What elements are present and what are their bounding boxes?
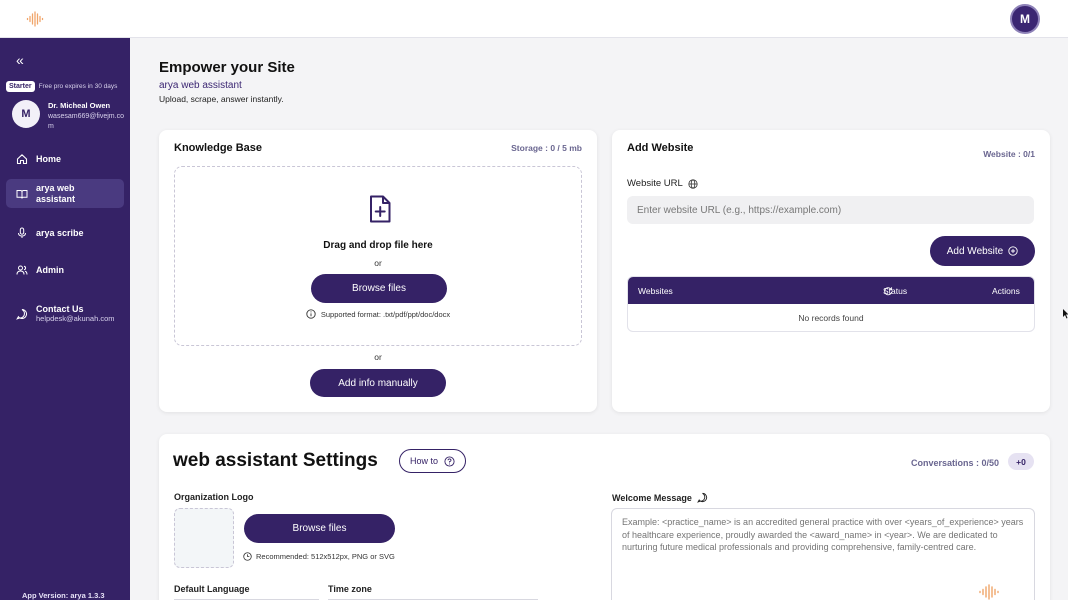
page-tagline: Upload, scrape, answer instantly. xyxy=(159,94,284,104)
settings-card: web assistant Settings How to Conversati… xyxy=(159,434,1050,600)
home-icon xyxy=(16,153,28,165)
how-to-button[interactable]: How to xyxy=(399,449,466,473)
chat-bubble-icon xyxy=(696,492,707,503)
plan-expiry-text: Free pro expires in 30 days xyxy=(38,83,118,90)
or-divider: or xyxy=(374,258,382,268)
collapse-sidebar-icon[interactable]: « xyxy=(16,52,24,68)
settings-title: web assistant Settings xyxy=(173,450,378,471)
welcome-message-textarea[interactable] xyxy=(611,508,1035,600)
clock-icon xyxy=(243,552,252,561)
page-title: Empower your Site xyxy=(159,59,295,76)
add-website-button-label: Add Website xyxy=(946,245,1004,257)
website-url-input[interactable] xyxy=(627,196,1034,224)
website-url-label-text: Website URL xyxy=(627,178,683,189)
empty-table-message: No records found xyxy=(798,313,864,323)
sidebar-item-home[interactable]: Home xyxy=(6,149,124,169)
conversations-count: Conversations : 0/50 xyxy=(911,458,1000,468)
websites-table: Websites Status Actions No records found xyxy=(627,276,1035,332)
organization-logo-label: Organization Logo xyxy=(174,492,254,502)
logo-recommendation-text: Recommended: 512x512px, PNG or SVG xyxy=(256,552,395,561)
add-info-manually-button[interactable]: Add info manually xyxy=(310,369,446,397)
avatar: M xyxy=(12,100,40,128)
timezone-label: Time zone xyxy=(328,584,372,594)
sidebar-item-label: arya web assistant xyxy=(36,182,76,204)
plan-badge: Starter xyxy=(6,81,35,92)
knowledge-base-card: Knowledge Base Storage : 0 / 5 mb Drag a… xyxy=(159,130,597,412)
help-icon xyxy=(444,455,455,467)
website-count: Website : 0/1 xyxy=(983,149,1035,159)
logo-preview-box[interactable] xyxy=(174,508,234,568)
welcome-message-label: Welcome Message xyxy=(612,492,708,503)
websites-table-header: Websites Status Actions xyxy=(628,277,1034,304)
add-website-title: Add Website xyxy=(627,142,694,154)
sidebar-item-label: arya scribe xyxy=(36,228,84,238)
default-language-label: Default Language xyxy=(174,584,250,594)
sidebar-item-admin[interactable]: Admin xyxy=(6,260,124,280)
website-url-label: Website URL xyxy=(627,178,698,189)
arya-logo[interactable] xyxy=(25,9,45,29)
storage-usage: Storage : 0 / 5 mb xyxy=(511,143,582,153)
user-name: Dr. Micheal Owen xyxy=(48,101,111,110)
how-to-label: How to xyxy=(409,456,438,466)
plan-info: Starter Free pro expires in 30 days xyxy=(6,81,117,92)
add-website-button[interactable]: Add Website xyxy=(930,236,1035,266)
organization-logo-label-text: Organization Logo xyxy=(174,492,254,502)
conversations-add-badge[interactable]: +0 xyxy=(1008,453,1034,470)
plus-circle-icon xyxy=(1008,246,1018,256)
sidebar-item-label: Contact Us xyxy=(36,304,84,314)
add-website-card: Add Website Website : 0/1 Website URL Ad… xyxy=(612,130,1050,412)
book-icon xyxy=(16,188,28,200)
sidebar-item-label: Admin xyxy=(36,265,64,275)
mic-icon xyxy=(16,227,28,239)
mouse-cursor-icon xyxy=(1063,309,1068,319)
column-header-status-text: Status xyxy=(883,285,908,296)
drop-instruction: Drag and drop file here xyxy=(323,240,433,251)
chat-widget-launcher-icon[interactable] xyxy=(977,582,1001,600)
user-email: wasesam669@fivejm.com xyxy=(48,113,124,130)
chat-icon xyxy=(16,308,28,320)
column-header-actions: Actions xyxy=(992,285,1020,296)
sidebar-item-label: Home xyxy=(36,154,62,164)
supported-formats-text: Supported format: .txt/pdf/ppt/doc/docx xyxy=(320,309,451,319)
file-add-icon xyxy=(370,195,391,223)
sidebar-item-scribe[interactable]: arya scribe xyxy=(6,223,124,243)
user-avatar-button[interactable]: M xyxy=(1010,4,1040,34)
supported-formats: Supported format: .txt/pdf/ppt/doc/docx xyxy=(175,309,581,319)
browse-files-button[interactable]: Browse files xyxy=(311,274,447,303)
app-version: App Version: arya 1.3.3 xyxy=(22,591,105,600)
timezone-label-text: Time zone xyxy=(328,584,372,594)
default-language-label-text: Default Language xyxy=(174,584,250,594)
column-header-status: Status xyxy=(883,286,907,296)
or-divider: or xyxy=(374,352,382,362)
column-header-websites: Websites xyxy=(638,285,673,296)
file-dropzone[interactable]: Drag and drop file here or Browse files … xyxy=(174,166,582,346)
sidebar-item-contact[interactable]: Contact Us helpdesk@akunah.com xyxy=(6,300,124,327)
users-icon xyxy=(16,264,28,276)
sidebar: « Starter Free pro expires in 30 days M … xyxy=(0,38,130,600)
knowledge-base-title: Knowledge Base xyxy=(174,142,263,154)
top-bar: M xyxy=(0,0,1068,38)
page-subtitle: arya web assistant xyxy=(159,80,242,91)
contact-email[interactable]: helpdesk@akunah.com xyxy=(36,314,115,323)
logo-recommendation: Recommended: 512x512px, PNG or SVG xyxy=(243,552,395,561)
info-icon xyxy=(306,309,316,319)
user-profile[interactable]: M Dr. Micheal Owen wasesam669@fivejm.com xyxy=(12,100,124,132)
welcome-message-label-text: Welcome Message xyxy=(612,492,692,503)
sidebar-item-web-assistant[interactable]: arya web assistant xyxy=(6,179,124,208)
globe-icon xyxy=(688,178,698,189)
logo-browse-files-button[interactable]: Browse files xyxy=(244,514,395,543)
